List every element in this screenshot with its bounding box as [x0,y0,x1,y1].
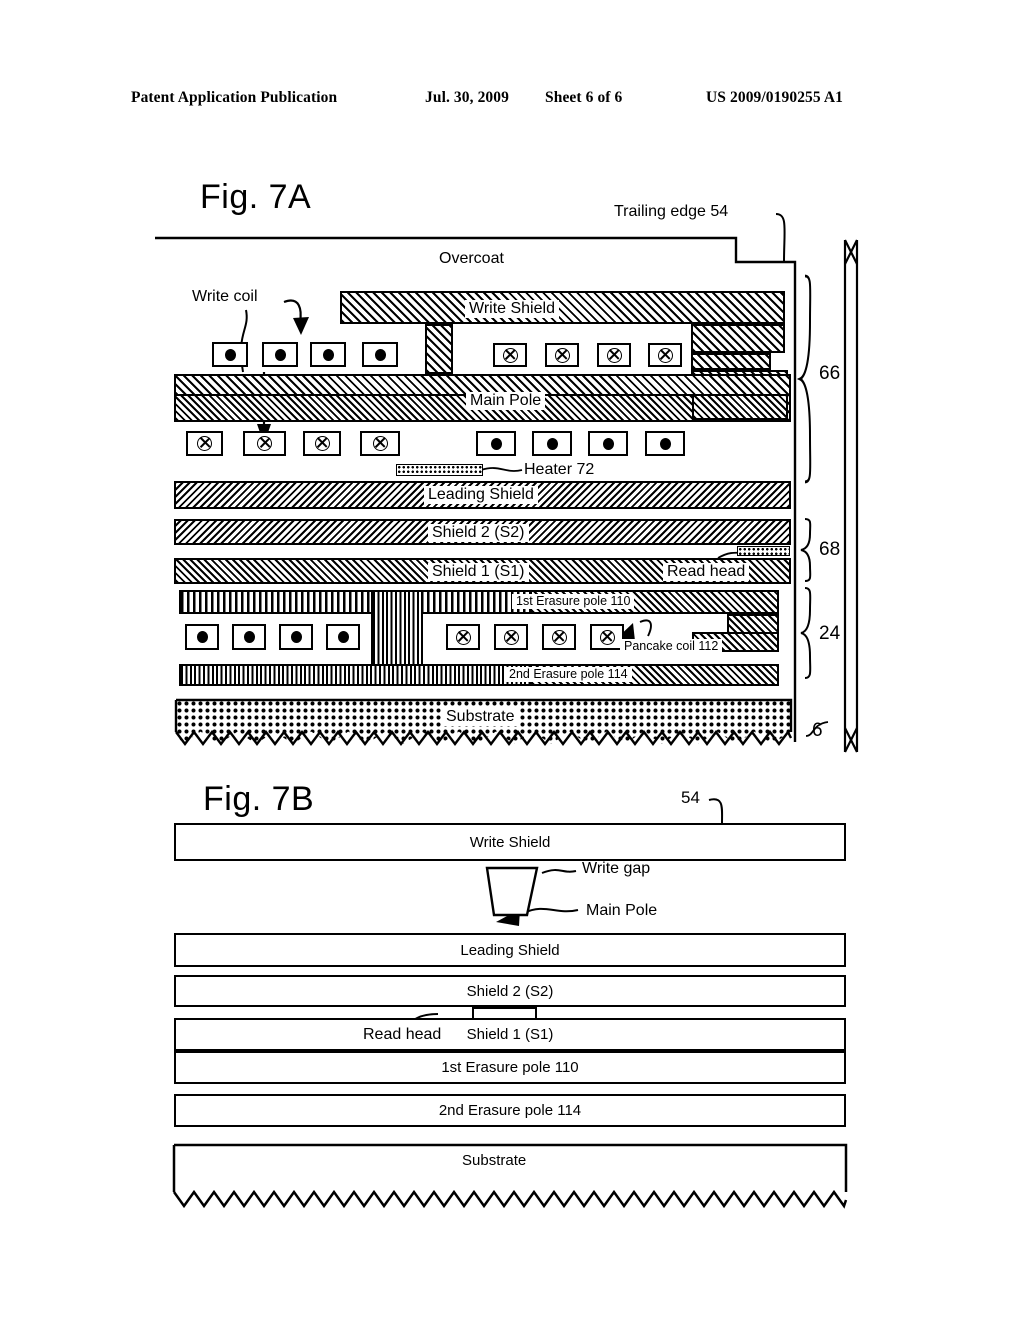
main-pole-callout-7b: Main Pole [586,902,658,919]
trailing-edge-ref-7b: 54 [681,788,700,807]
bar-label: Shield 2 (S2) [466,982,554,1000]
bar-shield2: Shield 2 (S2) [174,975,846,1007]
write-gap-callout: Write gap [582,860,651,877]
bar-leading-shield: Leading Shield [174,933,846,967]
bar-label: Write Shield [469,833,551,851]
bar-label: Leading Shield [460,941,560,959]
bar-label: Shield 1 (S1) [466,1026,554,1043]
bar-label: 2nd Erasure pole 114 [438,1102,582,1119]
figure-7b: Fig. 7B 54 Write Shield Write gap Main P… [0,0,1024,1320]
substrate-label-7b: Substrate [462,1152,527,1169]
bar-label: 1st Erasure pole 110 [441,1059,579,1076]
bar-write-shield: Write Shield [174,823,846,861]
bar-shield1: Shield 1 (S1) [174,1018,846,1051]
figure-7b-label: Fig. 7B [203,780,315,818]
bar-erasure-pole-2: 2nd Erasure pole 114 [174,1094,846,1127]
read-head-callout-7b: Read head [360,1026,445,1044]
bar-erasure-pole-1: 1st Erasure pole 110 [174,1051,846,1084]
